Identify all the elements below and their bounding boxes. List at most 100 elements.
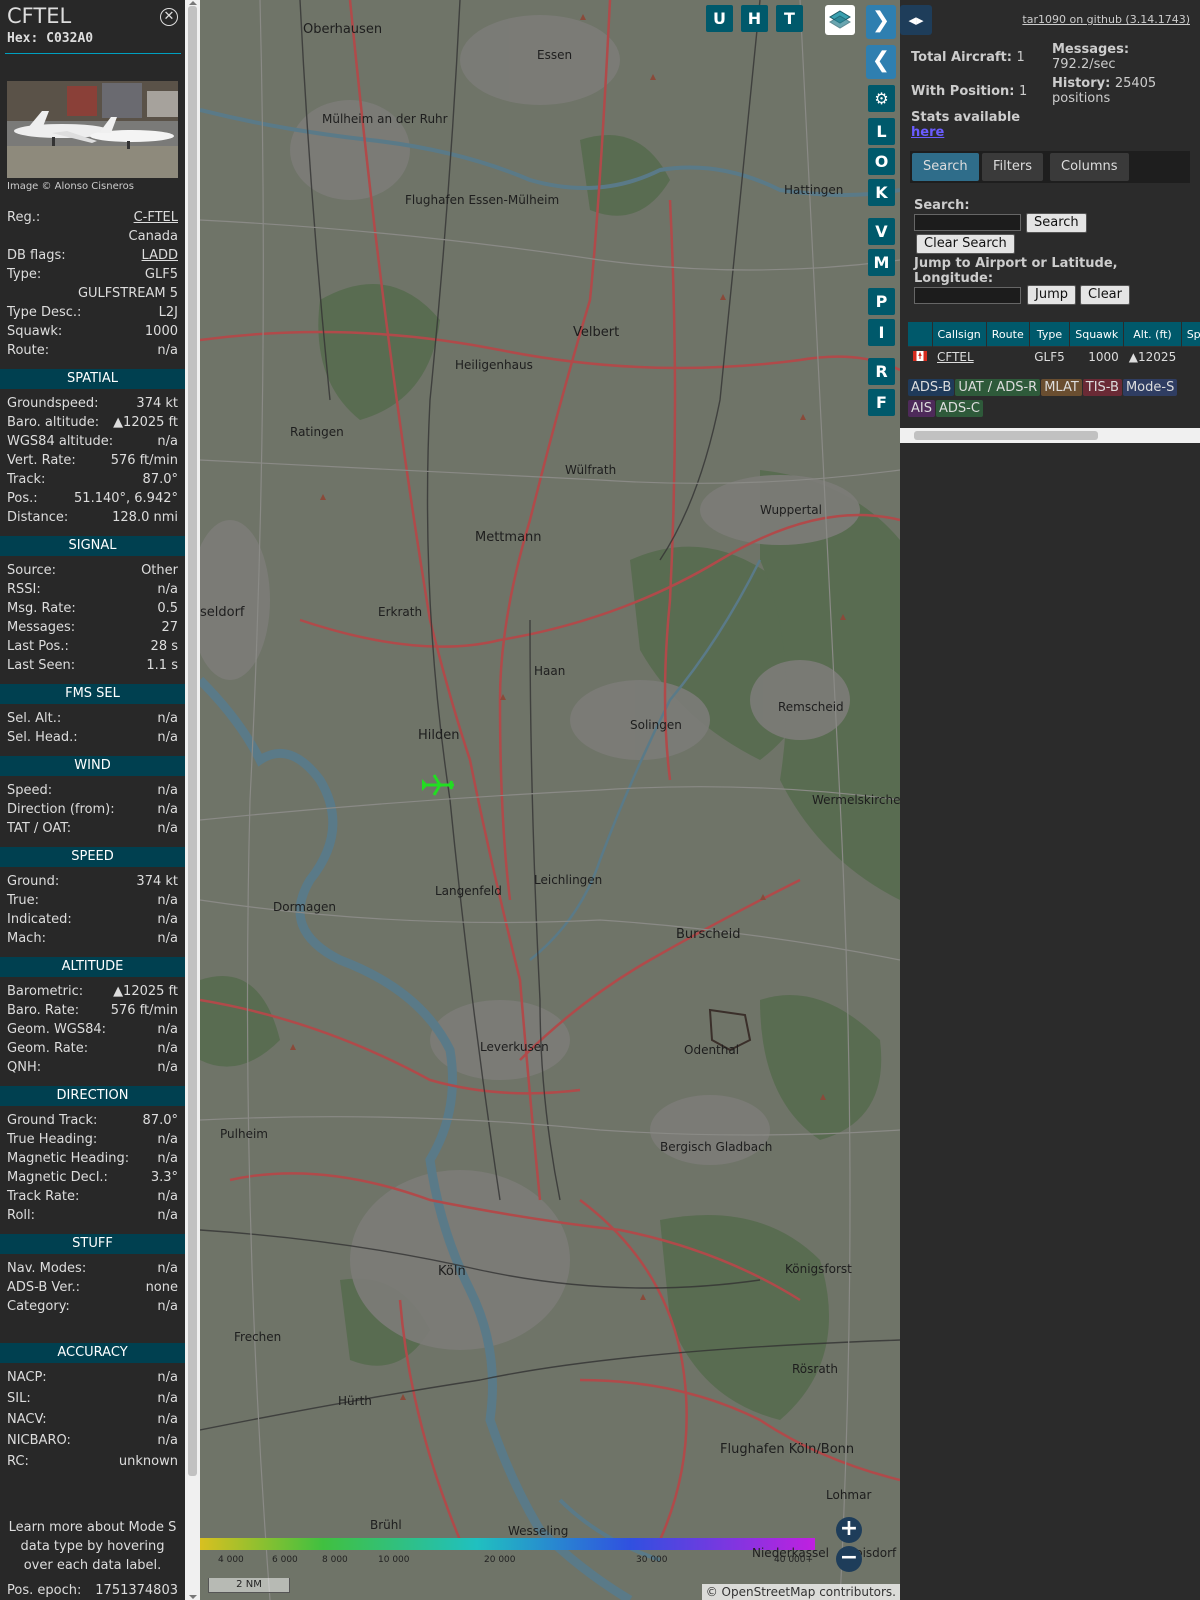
field-value: n/a	[157, 582, 178, 597]
field-label: Pos.:	[7, 491, 38, 506]
info-row: Barometric: ▲12025 ft	[7, 983, 178, 1001]
field-value: n/a	[157, 343, 178, 358]
field-label: Route:	[7, 343, 50, 358]
info-row: Type Desc.: L2J	[7, 304, 178, 322]
aircraft-table: CallsignRouteTypeSquawkAlt. (ft)Spd CFTE…	[908, 322, 1200, 367]
field-value: 1000	[144, 324, 178, 339]
field-value: n/a	[157, 1151, 178, 1166]
field-value[interactable]: C-FTEL	[134, 209, 178, 227]
column-header[interactable]	[908, 322, 933, 347]
aircraft-photo[interactable]	[7, 81, 178, 178]
field-label: Reg.:	[7, 210, 41, 225]
field-value: n/a	[157, 1412, 178, 1427]
section-header-accuracy: ACCURACY	[0, 1343, 185, 1363]
info-row: TAT / OAT: n/a	[7, 820, 178, 838]
map-button-l[interactable]: L	[868, 118, 895, 145]
tab-filters[interactable]: Filters	[982, 153, 1043, 181]
image-credit: Image © Alonso Cisneros	[7, 181, 134, 192]
field-label: Sel. Alt.:	[7, 711, 62, 726]
map-place-label: Leverkusen	[480, 1040, 549, 1054]
stats-link[interactable]: here	[911, 125, 944, 140]
table-horizontal-scrollbar[interactable]	[900, 428, 1200, 443]
field-value: 128.0 nmi	[112, 510, 178, 525]
field-value: n/a	[157, 783, 178, 798]
field-label: Category:	[7, 1299, 70, 1314]
altitude-legend-label: 20 000	[484, 1555, 516, 1565]
info-row: Magnetic Decl.: 3.3°	[7, 1169, 178, 1187]
layers-button[interactable]	[825, 5, 855, 35]
column-header[interactable]: Route	[986, 322, 1030, 347]
search-button[interactable]: Search	[1026, 213, 1087, 233]
info-row: Direction (from): n/a	[7, 801, 178, 819]
map-button-h[interactable]: H	[741, 5, 768, 32]
map-button-i[interactable]: I	[868, 319, 895, 346]
clear-button[interactable]: Clear	[1080, 285, 1130, 305]
field-label: Track:	[7, 472, 46, 487]
field-label: Roll:	[7, 1208, 36, 1223]
zoom-out-button[interactable]: −	[836, 1546, 862, 1572]
chevron-left-icon: ❮	[871, 48, 891, 73]
table-row[interactable]: CFTEL GLF5 1000 ▲12025	[908, 346, 1200, 367]
map-button-v[interactable]: V	[868, 218, 895, 245]
field-value: n/a	[157, 931, 178, 946]
zoom-in-button[interactable]: +	[836, 1517, 862, 1543]
tab-columns[interactable]: Columns	[1050, 153, 1129, 181]
info-row: DB flags: LADD	[7, 247, 178, 265]
field-value: n/a	[157, 730, 178, 745]
map-place-label: Ratingen	[290, 425, 344, 439]
map-button-t[interactable]: T	[776, 5, 803, 32]
map-button-p[interactable]: P	[868, 288, 895, 315]
map-place-label: Wülfrath	[565, 463, 617, 477]
table-cell: ▲12025	[1123, 346, 1182, 367]
expand-sidebar-button[interactable]: ❯	[866, 5, 896, 39]
map-button-f[interactable]: F	[868, 389, 895, 416]
field-label: Vert. Rate:	[7, 453, 76, 468]
toggle-sidebar-button[interactable]: ◂▸	[900, 5, 932, 35]
table-cell	[1181, 346, 1200, 367]
settings-button[interactable]: ⚙	[868, 85, 895, 112]
collapse-sidebar-button[interactable]: ❮	[866, 45, 896, 79]
source-badge: MLAT	[1041, 379, 1082, 396]
clear-search-button[interactable]: Clear Search	[916, 234, 1015, 254]
field-label: Squawk:	[7, 324, 63, 339]
map-attribution[interactable]: © OpenStreetMap contributors.	[701, 1584, 900, 1600]
field-value: 87.0°	[142, 472, 178, 487]
field-value: none	[145, 1280, 178, 1295]
table-cell[interactable]: CFTEL	[932, 346, 987, 367]
info-row: Route: n/a	[7, 342, 178, 360]
section-header-stuff: STUFF	[0, 1234, 185, 1254]
close-icon[interactable]: ✕	[160, 8, 178, 26]
field-value: n/a	[157, 821, 178, 836]
info-row: Pos.: 51.140°, 6.942°	[7, 490, 178, 508]
map-button-r[interactable]: R	[868, 358, 895, 385]
map-button-m[interactable]: M	[868, 249, 895, 276]
jump-input[interactable]	[914, 287, 1021, 304]
map-button-u[interactable]: U	[706, 5, 733, 32]
map-button-k[interactable]: K	[868, 179, 895, 206]
github-link[interactable]: tar1090 on github (3.14.1743)	[1022, 13, 1190, 26]
search-input[interactable]	[914, 214, 1021, 231]
map-view[interactable]: Oberhausen Essen Mülheim an der Ruhr Hattin…	[200, 0, 900, 1600]
field-value: unknown	[118, 1454, 178, 1469]
map-button-o[interactable]: O	[868, 148, 895, 175]
field-label: Geom. Rate:	[7, 1041, 89, 1056]
jump-button[interactable]: Jump	[1027, 285, 1076, 305]
tab-search[interactable]: Search	[912, 153, 979, 181]
map-place-label: Solingen	[630, 718, 682, 732]
column-header[interactable]: Squawk	[1069, 322, 1125, 347]
info-panel-scrollbar[interactable]	[185, 0, 200, 1600]
column-header[interactable]: Alt. (ft)	[1123, 322, 1182, 347]
info-row: Type: GLF5	[7, 266, 178, 284]
column-header[interactable]: Spd	[1181, 322, 1200, 347]
help-note: Learn more about Mode S data type by hov…	[8, 1520, 177, 1573]
column-header[interactable]: Callsign	[932, 322, 987, 347]
field-value: 374 kt	[136, 396, 178, 411]
field-label: Ground Track:	[7, 1113, 98, 1128]
info-row: NACV: n/a	[7, 1411, 178, 1429]
info-row: RC: unknown	[7, 1453, 178, 1471]
map-place-label: Bergisch Gladbach	[660, 1140, 773, 1154]
field-value[interactable]: LADD	[142, 247, 178, 265]
field-label: Messages:	[7, 620, 76, 635]
field-value: 374 kt	[136, 874, 178, 889]
column-header[interactable]: Type	[1029, 322, 1071, 347]
